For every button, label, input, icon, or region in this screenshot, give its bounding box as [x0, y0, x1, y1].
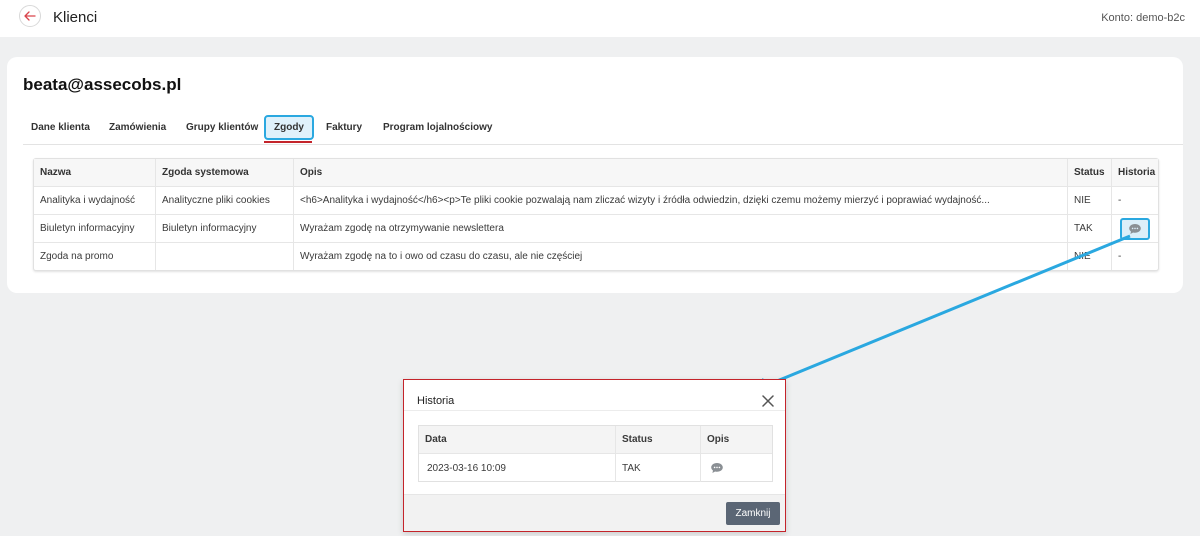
- cell-name: Biuletyn informacyjny: [34, 215, 156, 242]
- modal-footer: Zamknij: [404, 494, 785, 531]
- tab-orders[interactable]: Zamówienia: [109, 122, 166, 133]
- column-header-status[interactable]: Status: [616, 426, 701, 453]
- column-header-description[interactable]: Opis: [701, 426, 772, 453]
- modal-title: Historia: [417, 395, 455, 407]
- cell-description: [701, 454, 772, 482]
- comment-icon[interactable]: [710, 462, 724, 474]
- account-label: Konto: demo-b2c: [1101, 12, 1185, 24]
- modal-header: Historia: [404, 380, 785, 411]
- tab-client-groups[interactable]: Grupy klientów: [186, 122, 258, 133]
- table-row[interactable]: Analityka i wydajność Analityczne pliki …: [34, 187, 1158, 215]
- column-header-date[interactable]: Data: [419, 426, 616, 453]
- tab-loyalty-program[interactable]: Program lojalnościowy: [383, 122, 492, 133]
- active-tab-underline: [264, 141, 312, 143]
- comment-icon: [1129, 223, 1141, 234]
- table-header-row: Nazwa Zgoda systemowa Opis Status Histor…: [34, 159, 1158, 187]
- cell-history: -: [1118, 251, 1122, 262]
- cell-history: -: [1118, 195, 1122, 206]
- cell-status: TAK: [616, 454, 701, 482]
- tab-consents[interactable]: Zgody: [264, 115, 314, 140]
- cell-status: NIE: [1068, 243, 1112, 270]
- column-header-system-consent[interactable]: Zgoda systemowa: [156, 159, 294, 186]
- cell-status: NIE: [1068, 187, 1112, 214]
- arrow-left-icon: [24, 11, 36, 21]
- cell-system-consent: [156, 243, 294, 270]
- cell-description: <h6>Analityka i wydajność</h6><p>Te plik…: [294, 187, 1068, 214]
- column-header-history[interactable]: Historia: [1112, 159, 1158, 186]
- tab-bar: Dane klienta Zamówienia Grupy klientów Z…: [23, 115, 1183, 145]
- history-modal: Historia Data Status Opis 2023-03-16 10:…: [403, 379, 786, 532]
- page-title: Klienci: [53, 9, 98, 26]
- column-header-name[interactable]: Nazwa: [34, 159, 156, 186]
- close-button[interactable]: Zamknij: [726, 502, 780, 525]
- cell-system-consent: Biuletyn informacyjny: [156, 215, 294, 242]
- column-header-description[interactable]: Opis: [294, 159, 1068, 186]
- consents-table: Nazwa Zgoda systemowa Opis Status Histor…: [33, 158, 1159, 271]
- close-icon[interactable]: [761, 394, 775, 408]
- history-table: Data Status Opis 2023-03-16 10:09 TAK: [418, 425, 773, 482]
- cell-date: 2023-03-16 10:09: [419, 454, 616, 482]
- back-button[interactable]: [19, 5, 41, 27]
- table-row[interactable]: Biuletyn informacyjny Biuletyn informacy…: [34, 215, 1158, 243]
- cell-history: [1112, 215, 1158, 242]
- client-card: beata@assecobs.pl Dane klienta Zamówieni…: [7, 57, 1183, 293]
- cell-description: Wyrażam zgodę na otrzymywanie newsletter…: [294, 215, 1068, 242]
- top-bar: Klienci Konto: demo-b2c: [0, 0, 1200, 37]
- tab-client-data[interactable]: Dane klienta: [31, 122, 90, 133]
- table-row[interactable]: 2023-03-16 10:09 TAK: [419, 454, 772, 482]
- client-email: beata@assecobs.pl: [23, 75, 182, 94]
- history-header-row: Data Status Opis: [419, 426, 772, 454]
- cell-description: Wyrażam zgodę na to i owo od czasu do cz…: [294, 243, 1068, 270]
- tab-invoices[interactable]: Faktury: [326, 122, 362, 133]
- cell-name: Analityka i wydajność: [34, 187, 156, 214]
- cell-name: Zgoda na promo: [34, 243, 156, 270]
- cell-status: TAK: [1068, 215, 1112, 242]
- cell-system-consent: Analityczne pliki cookies: [156, 187, 294, 214]
- table-row[interactable]: Zgoda na promo Wyrażam zgodę na to i owo…: [34, 243, 1158, 270]
- column-header-status[interactable]: Status: [1068, 159, 1112, 186]
- history-button[interactable]: [1120, 217, 1150, 240]
